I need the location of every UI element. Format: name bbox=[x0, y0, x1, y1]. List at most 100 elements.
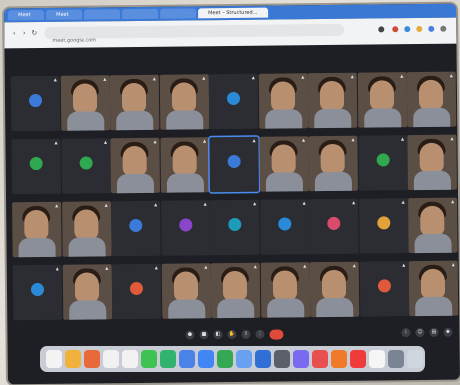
participant-tile[interactable]: ▲ bbox=[260, 262, 310, 318]
browser-tab[interactable] bbox=[84, 9, 121, 20]
participant-tile[interactable]: ▲ bbox=[161, 263, 211, 319]
participant-tile[interactable]: ▲ bbox=[357, 135, 408, 191]
participant-tile[interactable]: ▲ bbox=[111, 263, 162, 320]
mic-muted-icon: ▲ bbox=[301, 74, 305, 80]
dock-app-icon[interactable] bbox=[198, 350, 214, 368]
address-bar[interactable]: meet.google.com bbox=[44, 23, 345, 44]
participant-tile[interactable]: ▲ bbox=[60, 75, 110, 131]
mic-icon[interactable]: ● bbox=[185, 330, 195, 340]
dock-app-icon[interactable] bbox=[217, 350, 233, 368]
dock-app-icon[interactable] bbox=[236, 350, 252, 368]
browser-tab[interactable]: Meet bbox=[8, 9, 45, 21]
participant-avatar bbox=[226, 91, 241, 106]
participant-tile[interactable]: ▲ bbox=[357, 72, 407, 128]
participant-tile[interactable]: ▲ bbox=[159, 74, 209, 130]
participant-tile[interactable]: ▲ bbox=[109, 74, 160, 131]
participant-tile[interactable]: ▲ bbox=[408, 260, 459, 317]
participant-tile[interactable]: ▲ bbox=[10, 75, 61, 132]
participant-tile[interactable]: ▲ bbox=[209, 136, 259, 193]
participant-video-face bbox=[270, 144, 296, 175]
mic-muted-icon: ▲ bbox=[203, 201, 207, 207]
dock-app-icon[interactable] bbox=[65, 350, 81, 368]
participant-name bbox=[310, 252, 359, 253]
extension-icon[interactable] bbox=[416, 25, 423, 33]
participant-video-face bbox=[321, 269, 347, 301]
participant-tile[interactable]: ▲ bbox=[408, 197, 458, 254]
browser-tab[interactable]: Meet – Structured... bbox=[198, 7, 269, 19]
participant-tile[interactable]: ▲ bbox=[61, 201, 112, 257]
dock-app-icon[interactable] bbox=[331, 350, 347, 368]
dock-app-icon[interactable] bbox=[160, 350, 176, 368]
dock-app-icon[interactable] bbox=[274, 350, 290, 368]
participant-name bbox=[12, 192, 61, 193]
people-icon[interactable]: ☺ bbox=[415, 327, 425, 338]
dock-app-icon[interactable] bbox=[388, 350, 404, 368]
participant-tile[interactable]: ▲ bbox=[110, 137, 160, 194]
dock-app-icon[interactable] bbox=[293, 350, 309, 368]
participant-tile[interactable]: ▲ bbox=[309, 198, 359, 255]
participant-video-face bbox=[73, 209, 98, 240]
present-icon[interactable]: ⇪ bbox=[241, 329, 251, 339]
extension-icon[interactable] bbox=[378, 26, 385, 33]
participant-tile[interactable]: ▲ bbox=[62, 264, 112, 320]
mic-muted-icon: ▲ bbox=[302, 200, 306, 206]
leave-call-button[interactable] bbox=[269, 329, 284, 340]
forward-icon[interactable]: › bbox=[20, 29, 28, 37]
participant-tile[interactable]: ▲ bbox=[12, 264, 63, 321]
participant-video-body bbox=[66, 111, 104, 131]
more-options-icon[interactable]: ⋮ bbox=[255, 329, 265, 339]
participant-tile[interactable]: ▲ bbox=[160, 200, 211, 256]
participant-tile[interactable]: ▲ bbox=[407, 134, 457, 191]
mic-muted-icon: ▲ bbox=[152, 75, 156, 81]
captions-icon[interactable]: ◧ bbox=[213, 330, 223, 340]
participant-name bbox=[13, 318, 62, 319]
participant-tile[interactable]: ▲ bbox=[210, 262, 261, 319]
participant-tile[interactable]: ▲ bbox=[309, 261, 360, 318]
browser-tab[interactable]: Meet bbox=[46, 9, 83, 20]
participant-tile[interactable]: ▲ bbox=[358, 198, 409, 254]
dock-app-icon[interactable] bbox=[122, 350, 138, 368]
dock-app-icon[interactable] bbox=[84, 350, 100, 368]
raise-hand-icon[interactable]: ✋ bbox=[227, 329, 237, 340]
camera-icon[interactable]: ■ bbox=[199, 330, 209, 340]
activities-icon[interactable]: ◆ bbox=[443, 327, 453, 337]
extension-icon[interactable] bbox=[392, 26, 399, 33]
participant-tile[interactable]: ▲ bbox=[12, 201, 62, 258]
participant-video-body bbox=[116, 173, 154, 194]
participant-tile[interactable]: ▲ bbox=[208, 73, 259, 130]
dock-app-icon[interactable] bbox=[312, 350, 328, 368]
dock-app-icon[interactable] bbox=[407, 350, 423, 368]
participant-video-body bbox=[414, 233, 452, 254]
participant-tile[interactable]: ▲ bbox=[259, 199, 310, 255]
participant-tile[interactable]: ▲ bbox=[111, 200, 161, 257]
browser-tab[interactable] bbox=[160, 8, 197, 19]
participant-tile[interactable]: ▲ bbox=[308, 135, 358, 192]
participant-tile[interactable]: ▲ bbox=[258, 136, 309, 192]
dock-app-icon[interactable] bbox=[369, 350, 385, 368]
dock-app-icon[interactable] bbox=[103, 350, 119, 368]
participant-tile[interactable]: ▲ bbox=[11, 138, 61, 195]
participant-video-body bbox=[165, 110, 203, 130]
dock-app-icon[interactable] bbox=[350, 350, 366, 368]
dock-app-icon[interactable] bbox=[46, 350, 62, 368]
participant-tile[interactable]: ▲ bbox=[159, 137, 210, 193]
back-icon[interactable]: ‹ bbox=[10, 29, 18, 37]
participant-tile[interactable]: ▲ bbox=[307, 72, 358, 129]
info-icon[interactable]: i bbox=[401, 328, 411, 338]
participant-tile[interactable]: ▲ bbox=[406, 71, 457, 128]
participant-tile[interactable]: ▲ bbox=[210, 199, 260, 256]
participant-tile[interactable]: ▲ bbox=[60, 138, 111, 194]
chat-icon[interactable]: ▤ bbox=[429, 327, 439, 337]
reload-icon[interactable]: ↻ bbox=[30, 29, 38, 37]
dock-app-icon[interactable] bbox=[141, 350, 157, 368]
extension-icon[interactable] bbox=[404, 26, 411, 33]
participant-tile[interactable]: ▲ bbox=[258, 73, 308, 129]
profile-avatar[interactable] bbox=[428, 25, 435, 32]
mic-muted-icon: ▲ bbox=[54, 139, 58, 145]
participant-video-body bbox=[363, 108, 401, 128]
dock-app-icon[interactable] bbox=[179, 350, 195, 368]
dock-app-icon[interactable] bbox=[255, 350, 271, 368]
participant-tile[interactable]: ▲ bbox=[359, 261, 409, 317]
browser-tab[interactable] bbox=[122, 8, 159, 20]
menu-icon[interactable] bbox=[440, 25, 447, 32]
